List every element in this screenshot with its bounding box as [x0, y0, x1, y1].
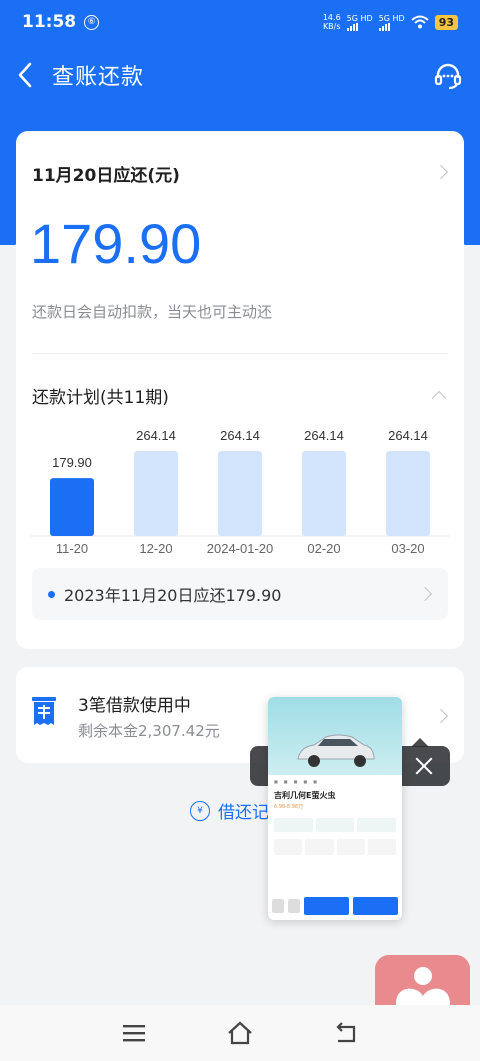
status-bar: 11:58 ⑥ 14.6 KB/s 5G HD 5G HD 93: [0, 0, 480, 44]
sim1-label: 5G HD: [346, 13, 373, 23]
signal-sim1: 5G HD: [346, 13, 373, 31]
preview-car-price: 6.98-8.98万: [274, 804, 304, 810]
preview-footer: [268, 892, 402, 920]
sim2-label: 5G HD: [378, 13, 405, 23]
receipt-icon: [32, 697, 56, 725]
repayment-card: 11月20日应还(元) 179.90 还款日会自动扣款，当天也可主动还 还款计划…: [16, 131, 464, 649]
preview-car-name: 吉利几何E萤火虫: [274, 791, 336, 800]
page-title: 查账还款: [52, 65, 145, 90]
notification-icon: ⑥: [84, 14, 100, 30]
chart-value-label: 264.14: [220, 428, 260, 443]
car-image: [297, 734, 375, 767]
system-nav-bar: [0, 1005, 480, 1061]
network-speed: 14.6 KB/s: [323, 13, 341, 31]
plan-title: 还款计划(共11期): [32, 388, 169, 408]
due-note: 还款日会自动扣款，当天也可主动还: [32, 303, 273, 321]
history-link[interactable]: ¥ 借还记: [190, 798, 269, 823]
preview-grid: [268, 835, 402, 859]
home-icon[interactable]: [226, 1019, 254, 1047]
preview-banner: [268, 697, 402, 775]
menu-icon[interactable]: [120, 1019, 148, 1047]
close-icon[interactable]: [414, 756, 434, 776]
due-title[interactable]: 11月20日应还(元): [32, 161, 180, 186]
battery-icon: 93: [434, 14, 458, 30]
chart-bar[interactable]: [218, 451, 262, 536]
chevron-right-icon: [417, 586, 433, 602]
history-icon: ¥: [190, 800, 210, 821]
ad-preview-window[interactable]: ■ ■ ■ ■ ■ 吉利几何E萤火虫 6.98-8.98万: [268, 697, 402, 920]
back-nav-icon[interactable]: [332, 1019, 360, 1047]
loan-title: 3笔借款使用中: [78, 696, 191, 716]
signal-bars-icon: [346, 22, 358, 31]
recent-due-row[interactable]: 2023年11月20日应还179.90: [32, 568, 448, 620]
chart-category-label: 11-20: [56, 541, 88, 556]
chart-bar[interactable]: [134, 451, 178, 536]
status-time: 11:58: [22, 12, 77, 32]
chart-category-label: 02-20: [307, 541, 340, 556]
chart-value-label: 264.14: [136, 428, 176, 443]
net-speed-value: 14.6: [322, 13, 341, 22]
divider: [32, 353, 448, 354]
chart-category-label: 03-20: [391, 541, 424, 556]
preview-chips: [268, 810, 402, 835]
chart-value-label: 179.90: [52, 455, 92, 470]
chart-value-label: 264.14: [388, 428, 428, 443]
customer-service-button[interactable]: [430, 58, 466, 94]
chart-bar[interactable]: [50, 478, 94, 536]
chevron-left-icon: [18, 62, 32, 88]
chevron-up-icon[interactable]: [431, 390, 447, 406]
wifi-icon: [411, 15, 429, 29]
back-button[interactable]: [0, 50, 50, 100]
history-label: 借还记: [218, 803, 269, 823]
preview-tabs: ■ ■ ■ ■ ■: [274, 779, 317, 784]
chart-category-label: 2024-01-20: [207, 541, 274, 556]
repayment-chart: 179.90 11-20 264.14 12-20 264.14 2024-01-20 26…: [30, 416, 450, 556]
chart-bar[interactable]: [302, 451, 346, 536]
signal-bars-icon: [378, 22, 390, 31]
net-speed-unit: KB/s: [322, 22, 341, 31]
bar-chart: 179.90 11-20 264.14 12-20 264.14 2024-01-20 26…: [30, 428, 450, 556]
bullet-dot-icon: [48, 590, 55, 598]
chart-bar[interactable]: [386, 451, 430, 536]
signal-sim2: 5G HD: [378, 13, 405, 31]
recent-due-text: 2023年11月20日应还179.90: [64, 586, 282, 605]
loan-remaining: 剩余本金2,307.42元: [78, 722, 220, 740]
chevron-right-icon[interactable]: [433, 164, 449, 180]
due-amount: 179.90: [30, 212, 202, 275]
chart-category-label: 12-20: [139, 541, 172, 556]
status-indicators: 14.6 KB/s 5G HD 5G HD 93: [323, 13, 458, 31]
headset-icon: [434, 63, 462, 90]
chart-value-label: 264.14: [304, 428, 344, 443]
chevron-right-icon: [433, 708, 449, 724]
top-nav: 查账还款: [0, 50, 480, 100]
